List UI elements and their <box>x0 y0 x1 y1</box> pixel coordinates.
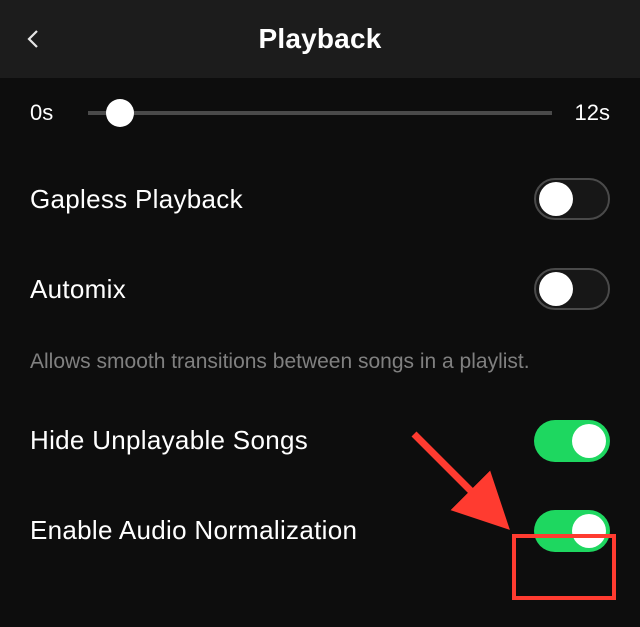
toggle-knob <box>572 424 606 458</box>
gapless-toggle[interactable] <box>534 178 610 220</box>
automix-label: Automix <box>30 274 126 305</box>
setting-row-automix: Automix <box>30 268 610 310</box>
content: 0s 12s Gapless Playback Automix Allows s… <box>0 78 640 552</box>
normalize-toggle[interactable] <box>534 510 610 552</box>
setting-row-normalize: Enable Audio Normalization <box>30 510 610 552</box>
back-button[interactable] <box>22 27 46 51</box>
hide-label: Hide Unplayable Songs <box>30 425 308 456</box>
setting-row-hide: Hide Unplayable Songs <box>30 420 610 462</box>
slider-max-label: 12s <box>564 100 610 126</box>
setting-row-gapless: Gapless Playback <box>30 178 610 220</box>
slider-min-label: 0s <box>30 100 76 126</box>
normalize-label: Enable Audio Normalization <box>30 515 357 546</box>
toggle-knob <box>539 272 573 306</box>
chevron-left-icon <box>22 27 46 51</box>
automix-description: Allows smooth transitions between songs … <box>30 346 610 378</box>
automix-toggle[interactable] <box>534 268 610 310</box>
header: Playback <box>0 0 640 78</box>
gapless-label: Gapless Playback <box>30 184 243 215</box>
slider-thumb[interactable] <box>106 99 134 127</box>
crossfade-slider[interactable] <box>88 111 552 115</box>
hide-toggle[interactable] <box>534 420 610 462</box>
page-title: Playback <box>258 23 381 55</box>
crossfade-slider-row: 0s 12s <box>30 100 610 126</box>
toggle-knob <box>572 514 606 548</box>
toggle-knob <box>539 182 573 216</box>
